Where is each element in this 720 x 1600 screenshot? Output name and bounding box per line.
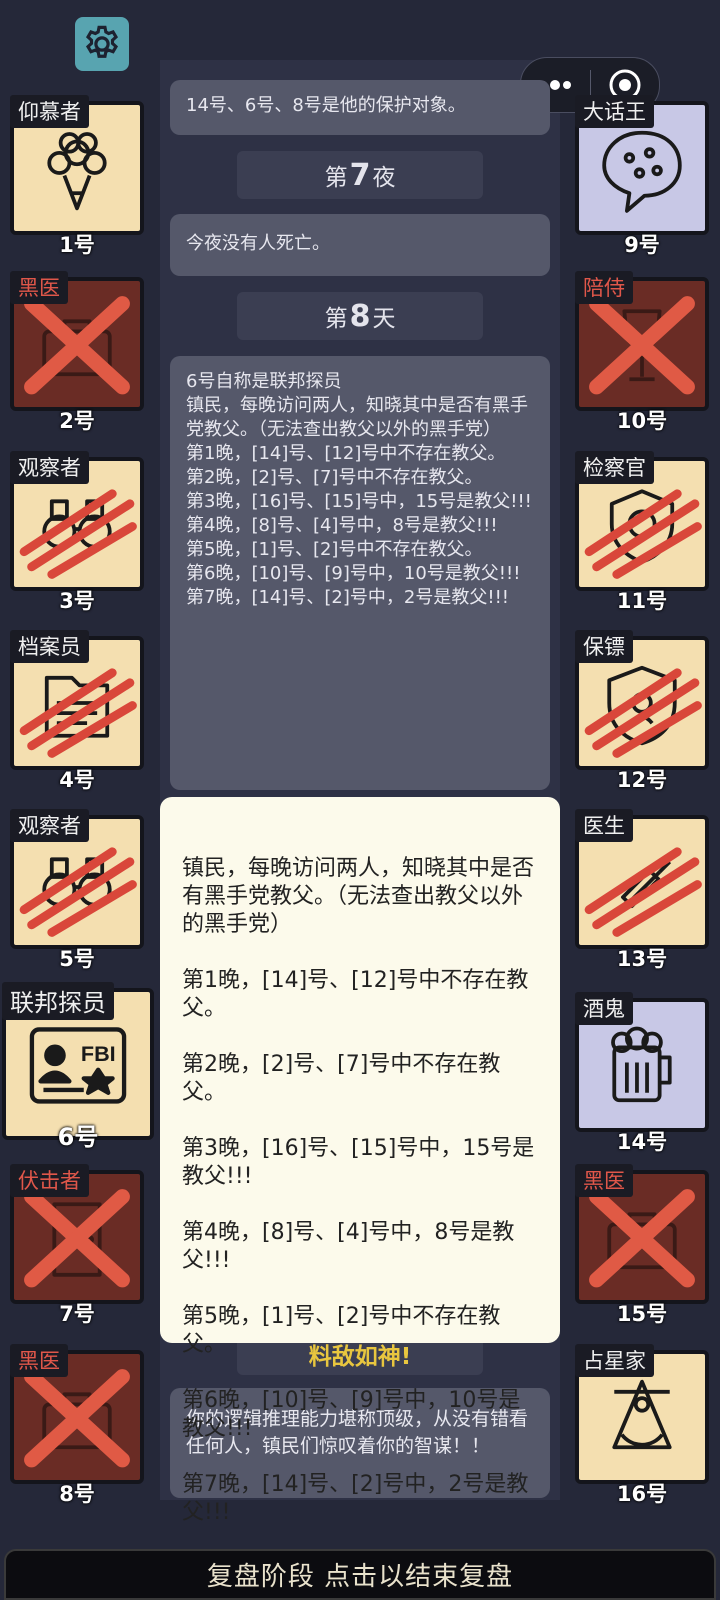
player-card-8[interactable]: 黑医 8号 (10, 1344, 144, 1506)
end-review-button[interactable]: 复盘阶段 点击以结束复盘 (4, 1549, 716, 1600)
player-number-label: 10号 (616, 409, 668, 433)
player-role-label: 联邦探员 (2, 982, 114, 1020)
claim-line: 6号自称是联邦探员 (186, 371, 342, 392)
player-role-label: 黑医 (575, 1164, 633, 1197)
player-number-label: 4号 (59, 768, 95, 792)
claw-scratch-mark (584, 847, 702, 937)
player-number-label: 2号 (59, 409, 95, 433)
player-card-12[interactable]: 保镖 12号 (575, 630, 709, 792)
player-card-13[interactable]: 医生 13号 (575, 809, 709, 971)
player-role-label: 占星家 (575, 1344, 654, 1377)
player-role-label: 大话王 (575, 95, 654, 128)
player-role-label: 仰慕者 (10, 95, 89, 128)
claim-message[interactable]: 6号自称是联邦探员 镇民，每晚访问两人，知晓其中是否有黑手党教父。（无法查出教父… (170, 356, 550, 790)
claim-line: 镇民，每晚访问两人，知晓其中是否有黑手党教父。（无法查出教父以外的黑手党） (186, 395, 528, 440)
player-role-label: 酒鬼 (575, 992, 633, 1025)
player-card-6[interactable]: FBI 联邦探员 6号 (2, 982, 154, 1151)
claw-scratch-mark (19, 489, 137, 579)
player-number-label: 11号 (616, 589, 668, 613)
player-role-label: 保镖 (575, 630, 633, 663)
dead-cross-mark (24, 1189, 130, 1288)
player-card-10[interactable]: 陪侍 10号 (575, 271, 709, 433)
claim-line: 第7晚，[14]号、[2]号中，2号是教父!!! (186, 587, 509, 608)
popup-line: 第1晚，[14]号、[12]号中不存在教父。 (182, 968, 529, 1021)
player-number-label: 1号 (59, 233, 95, 257)
claw-scratch-mark (584, 489, 702, 579)
log-message: 今夜没有人死亡。 (170, 214, 550, 276)
player-card-7[interactable]: 伏击者 7号 (10, 1164, 144, 1326)
player-role-label: 观察者 (10, 451, 89, 484)
player-number-label: 9号 (624, 233, 660, 257)
player-number-label: 6号 (57, 1123, 99, 1151)
player-role-label: 黑医 (10, 271, 68, 304)
player-card-4[interactable]: 档案员 4号 (10, 630, 144, 792)
settings-button[interactable] (75, 17, 129, 71)
claw-scratch-mark (584, 668, 702, 758)
player-role-label: 医生 (575, 809, 633, 842)
player-card-2[interactable]: 黑医 2号 (10, 271, 144, 433)
player-number-label: 5号 (59, 947, 95, 971)
claim-line: 第4晚，[8]号、[4]号中，8号是教父!!! (186, 515, 498, 536)
svg-text:FBI: FBI (81, 1041, 116, 1066)
player-card-5[interactable]: 观察者 5号 (10, 809, 144, 971)
log-message-text: 14号、6号、8号是他的保护对象。 (186, 95, 466, 116)
player-role-label: 档案员 (10, 630, 89, 663)
popup-line: 第4晚，[8]号、[4]号中，8号是教父!!! (182, 1220, 515, 1273)
player-number-label: 8号 (59, 1482, 95, 1506)
log-message: 14号、6号、8号是他的保护对象。 (170, 80, 550, 135)
popup-line: 第5晚，[1]号、[2]号中不存在教父。 (182, 1304, 501, 1357)
popup-line: 第6晚，[10]号、[9]号中，10号是教父!!! (182, 1388, 521, 1441)
popup-line: 镇民，每晚访问两人，知晓其中是否有黑手党教父。（无法查出教父以外的黑手党） (182, 856, 535, 937)
player-card-9[interactable]: 大话王 9号 (575, 95, 709, 257)
day-header-number: 8 (349, 298, 371, 334)
night-header: 第7夜 (237, 151, 483, 199)
player-card-3[interactable]: 观察者 3号 (10, 451, 144, 613)
player-number-label: 16号 (616, 1482, 668, 1506)
player-number-label: 12号 (616, 768, 668, 792)
claim-line: 第2晚，[2]号、[7]号中不存在教父。 (186, 467, 483, 488)
gear-icon (85, 25, 119, 58)
day-header: 第8天 (237, 292, 483, 340)
player-card-15[interactable]: 黑医 15号 (575, 1164, 709, 1326)
player-number-label: 15号 (616, 1302, 668, 1326)
player-role-label: 检察官 (575, 451, 654, 484)
night-header-suffix: 夜 (372, 165, 396, 191)
ability-popup[interactable]: 镇民，每晚访问两人，知晓其中是否有黑手党教父。（无法查出教父以外的黑手党） 第1… (160, 797, 560, 1525)
night-header-number: 7 (349, 157, 371, 193)
player-number-label: 13号 (616, 947, 668, 971)
player-role-label: 黑医 (10, 1344, 68, 1377)
player-card-14[interactable]: 酒鬼 14号 (575, 992, 709, 1154)
claim-line: 第5晚，[1]号、[2]号中不存在教父。 (186, 539, 483, 560)
player-number-label: 14号 (616, 1130, 668, 1154)
claim-line: 第3晚，[16]号、[15]号中，15号是教父!!! (186, 491, 532, 512)
player-number-label: 3号 (59, 589, 95, 613)
player-role-label: 陪侍 (575, 271, 633, 304)
player-role-label: 观察者 (10, 809, 89, 842)
player-card-16[interactable]: 占星家 16号 (575, 1344, 709, 1506)
player-role-label: 伏击者 (10, 1164, 89, 1197)
player-number-label: 7号 (59, 1302, 95, 1326)
night-header-prefix: 第 (324, 165, 348, 191)
log-message-text: 今夜没有人死亡。 (186, 233, 330, 254)
day-header-prefix: 第 (324, 306, 348, 332)
popup-line: 第7晚，[14]号、[2]号中，2号是教父!!! (182, 1472, 529, 1525)
claim-line: 第6晚，[10]号、[9]号中，10号是教父!!! (186, 563, 521, 584)
player-card-11[interactable]: 检察官 11号 (575, 451, 709, 613)
player-card-1[interactable]: 仰慕者 1号 (10, 95, 144, 257)
day-header-suffix: 天 (372, 306, 396, 332)
claw-scratch-mark (19, 847, 137, 937)
popup-line: 第2晚，[2]号、[7]号中不存在教父。 (182, 1052, 501, 1105)
claim-line: 第1晚，[14]号、[12]号中不存在教父。 (186, 443, 506, 464)
popup-line: 第3晚，[16]号、[15]号中，15号是教父!!! (182, 1136, 535, 1189)
